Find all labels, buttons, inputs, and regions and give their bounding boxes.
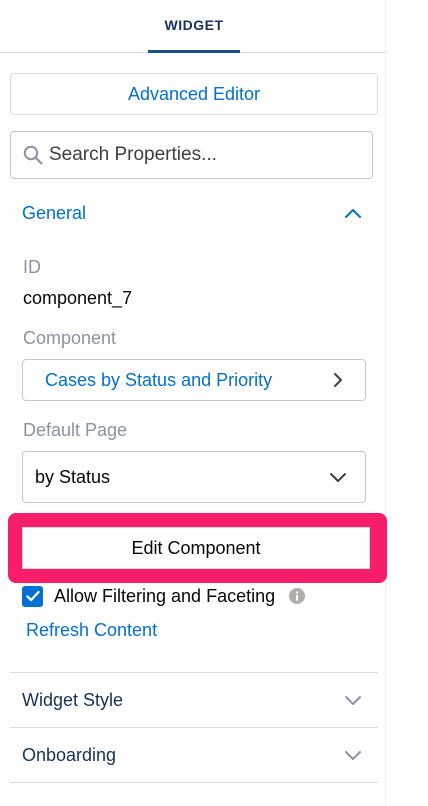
default-page-select[interactable]: by Status	[22, 451, 366, 503]
advanced-editor-button[interactable]: Advanced Editor	[10, 73, 378, 115]
component-value: Cases by Status and Priority	[45, 369, 273, 390]
checkmark-icon	[25, 590, 40, 602]
default-page-label: Default Page	[23, 420, 128, 440]
section-widget-style-title: Widget Style	[22, 689, 124, 710]
search-field[interactable]	[10, 131, 373, 179]
component-selector[interactable]: Cases by Status and Priority	[22, 359, 366, 401]
properties-panel: WIDGET Advanced Editor General ID compon…	[0, 0, 387, 806]
id-label: ID	[23, 257, 41, 277]
id-value: component_7	[23, 288, 133, 308]
section-general-title: General	[22, 202, 87, 223]
refresh-content-link[interactable]: Refresh Content	[26, 620, 157, 641]
default-page-value: by Status	[35, 466, 111, 487]
search-input[interactable]	[49, 144, 349, 166]
info-icon[interactable]	[289, 588, 306, 604]
search-icon	[23, 145, 43, 165]
section-onboarding-header[interactable]: Onboarding	[0, 728, 386, 782]
chevron-right-icon	[334, 373, 342, 387]
component-label: Component	[23, 328, 117, 348]
chevron-down-icon	[345, 751, 361, 760]
chevron-down-icon	[330, 473, 346, 482]
allow-filtering-checkbox[interactable]	[22, 585, 43, 607]
edit-component-button[interactable]: Edit Component	[22, 527, 370, 569]
tab-bar: WIDGET	[0, 0, 386, 53]
allow-filtering-row: Allow Filtering and Faceting	[22, 584, 306, 608]
section-general-header[interactable]: General	[0, 195, 386, 231]
section-widget-style-header[interactable]: Widget Style	[0, 673, 386, 727]
chevron-up-icon[interactable]	[344, 207, 362, 219]
divider	[10, 782, 378, 783]
tab-widget[interactable]: WIDGET	[148, 0, 240, 53]
chevron-down-icon	[345, 696, 361, 705]
section-onboarding-title: Onboarding	[22, 744, 117, 765]
allow-filtering-label: Allow Filtering and Faceting	[54, 585, 276, 606]
